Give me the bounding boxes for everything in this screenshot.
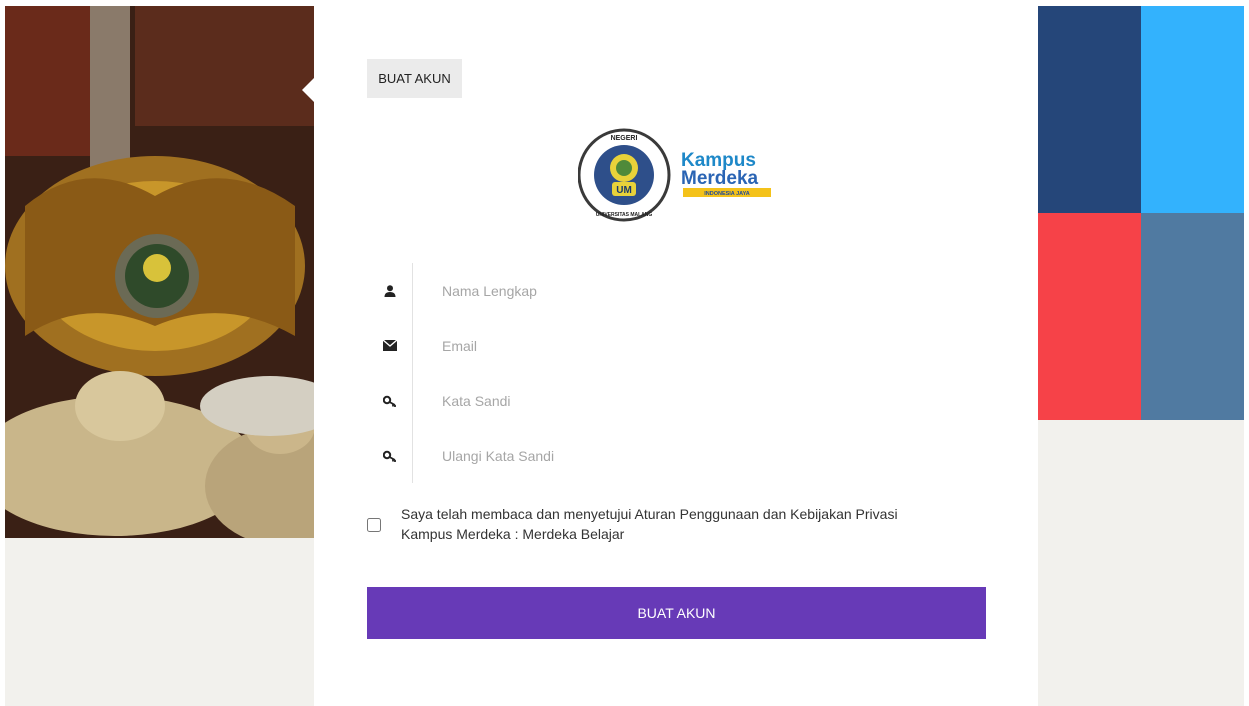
logos: UM NEGERI UNIVERSITAS MALANG Kampus Merd… [578, 128, 778, 222]
um-initials: UM [616, 185, 632, 196]
agreement-text: Saya telah membaca dan menyetujui Aturan… [401, 504, 898, 544]
agreement-line-1: Saya telah membaca dan menyetujui Aturan… [401, 506, 898, 522]
user-icon [367, 263, 412, 318]
full-name-input[interactable] [413, 263, 987, 318]
confirm-password-input[interactable] [413, 428, 987, 483]
confirm-password-field [367, 428, 987, 483]
tile-red [1038, 213, 1141, 420]
agreement-line-2: Kampus Merdeka : Merdeka Belajar [401, 526, 625, 542]
password-input[interactable] [413, 373, 987, 428]
password-field [367, 373, 987, 428]
right-panel-background [1038, 420, 1244, 706]
agreement-checkbox[interactable] [367, 518, 381, 532]
create-account-button[interactable]: BUAT AKUN [367, 587, 986, 639]
create-account-tab[interactable]: BUAT AKUN [367, 59, 462, 98]
tile-steel [1141, 213, 1244, 420]
email-input[interactable] [413, 318, 987, 373]
merdeka-text: Merdeka [681, 168, 759, 189]
kampus-tagline: INDONESIA JAYA [704, 191, 750, 197]
um-ring-bottom: UNIVERSITAS MALANG [596, 212, 653, 218]
um-logo: UM NEGERI UNIVERSITAS MALANG [578, 128, 671, 222]
left-panel-background [5, 538, 314, 706]
gamelan-photo [5, 6, 314, 538]
tile-sky [1141, 6, 1244, 213]
agreement-row: Saya telah membaca dan menyetujui Aturan… [367, 504, 967, 544]
pointer-arrow [302, 78, 314, 102]
key-icon [367, 373, 412, 428]
full-name-field [367, 263, 987, 318]
email-field [367, 318, 987, 373]
key-icon [367, 428, 412, 483]
um-ring-top: NEGERI [611, 135, 638, 142]
envelope-icon [367, 318, 412, 373]
tile-navy [1038, 6, 1141, 213]
left-panel [0, 0, 314, 706]
kampus-merdeka-logo: Kampus Merdeka INDONESIA JAYA [681, 150, 771, 197]
